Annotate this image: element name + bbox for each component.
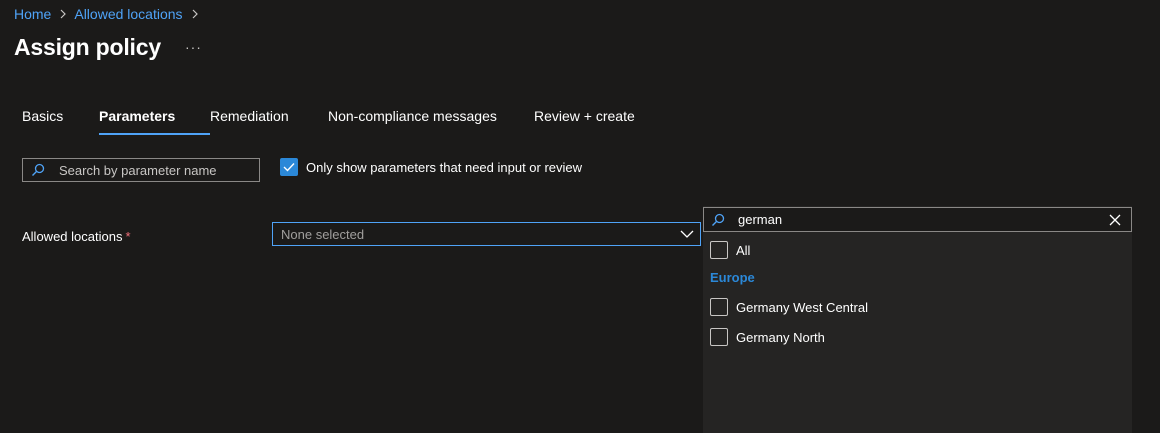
only-show-label: Only show parameters that need input or … xyxy=(306,159,583,175)
location-search-box[interactable] xyxy=(703,207,1132,232)
option-germany-north[interactable]: Germany North xyxy=(710,328,825,346)
breadcrumb-allowed-locations-link[interactable]: Allowed locations xyxy=(74,6,182,22)
search-icon xyxy=(704,213,732,227)
tab-remediation[interactable]: Remediation xyxy=(210,108,328,136)
location-picker-panel: All Europe Germany West Central Germany … xyxy=(703,206,1132,433)
title-row: Assign policy ··· xyxy=(14,34,202,61)
tab-parameters[interactable]: Parameters xyxy=(99,108,210,136)
search-icon xyxy=(23,163,53,177)
option-germany-north-label: Germany North xyxy=(736,329,825,345)
more-icon[interactable]: ··· xyxy=(185,39,202,55)
allowed-locations-label: Allowed locations * xyxy=(22,229,131,244)
location-search-input[interactable] xyxy=(732,212,1099,227)
allowed-locations-label-text: Allowed locations xyxy=(22,229,123,244)
chevron-right-icon xyxy=(191,9,199,19)
only-show-checkbox[interactable] xyxy=(280,158,298,176)
breadcrumb-home-link[interactable]: Home xyxy=(14,6,51,22)
tab-non-compliance-messages[interactable]: Non-compliance messages xyxy=(328,108,534,136)
chevron-down-icon xyxy=(674,230,700,238)
checkmark-icon xyxy=(283,163,295,172)
option-germany-west-central-checkbox[interactable] xyxy=(710,298,728,316)
parameter-search-input[interactable] xyxy=(53,162,259,178)
close-icon[interactable] xyxy=(1099,214,1131,226)
option-germany-west-central[interactable]: Germany West Central xyxy=(710,298,868,316)
option-all-checkbox[interactable] xyxy=(710,241,728,259)
option-all[interactable]: All xyxy=(710,241,750,259)
tab-basics[interactable]: Basics xyxy=(22,108,99,136)
option-germany-north-checkbox[interactable] xyxy=(710,328,728,346)
allowed-locations-dropdown[interactable]: None selected xyxy=(272,222,701,246)
page-title: Assign policy xyxy=(14,34,161,60)
assign-policy-page: Home Allowed locations Assign policy ···… xyxy=(0,0,1160,433)
tab-review-create[interactable]: Review + create xyxy=(534,108,635,136)
breadcrumb: Home Allowed locations xyxy=(14,6,206,22)
required-marker: * xyxy=(125,229,131,244)
option-germany-west-central-label: Germany West Central xyxy=(736,299,868,315)
chevron-right-icon xyxy=(59,9,67,19)
allowed-locations-value: None selected xyxy=(281,226,365,242)
parameter-search-box[interactable] xyxy=(22,158,260,182)
group-header-europe: Europe xyxy=(710,270,755,285)
option-all-label: All xyxy=(736,242,751,258)
wizard-tabs: Basics Parameters Remediation Non-compli… xyxy=(22,108,635,136)
only-show-filter[interactable]: Only show parameters that need input or … xyxy=(280,158,582,176)
